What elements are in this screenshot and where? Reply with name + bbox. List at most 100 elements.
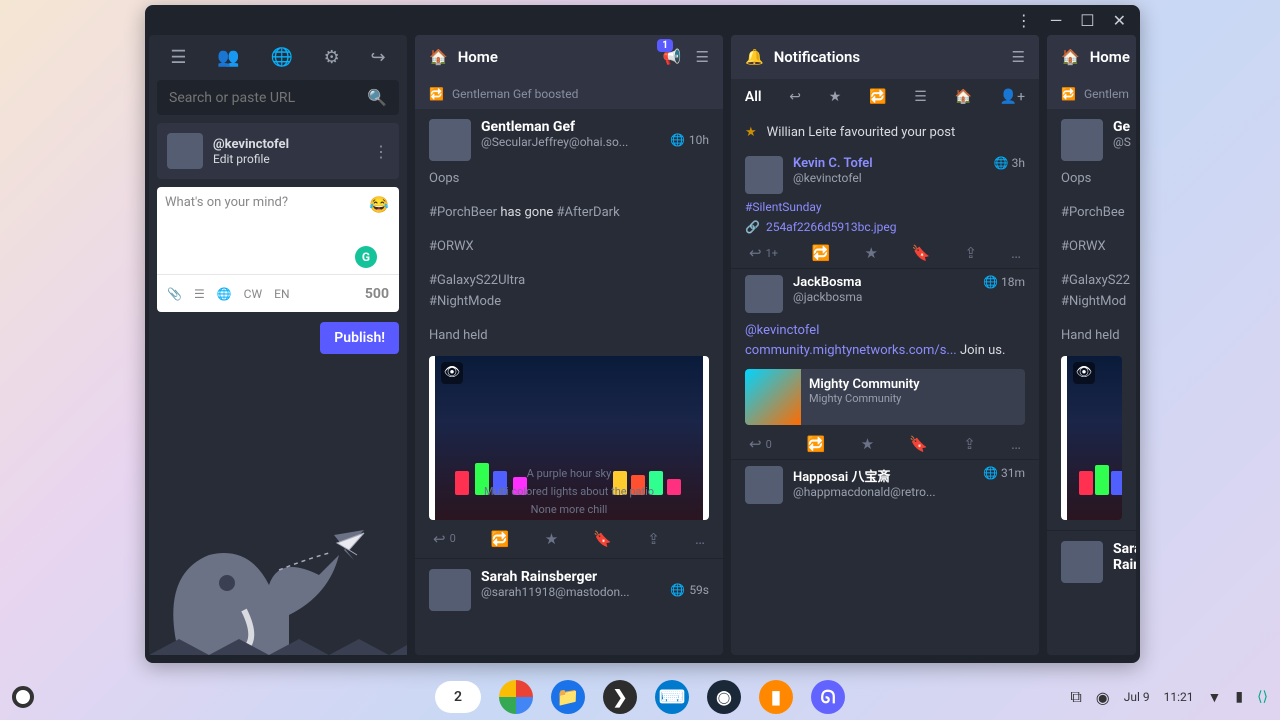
hashtag[interactable]: #GalaxyS22 [1061,273,1130,288]
logout-icon[interactable]: ↪ [371,47,386,68]
boost-button[interactable]: 🔁 [491,530,510,548]
boost-button[interactable]: 🔁 [807,435,826,453]
search-icon[interactable]: 🔍 [367,88,387,107]
menu-icon[interactable]: ☰ [170,47,186,68]
reply-button[interactable]: ↩0 [749,435,772,453]
tray-time[interactable]: 11:21 [1164,690,1194,704]
maximize-button[interactable]: ☐ [1080,11,1094,30]
chrome-icon[interactable] [499,680,533,714]
poll-icon[interactable]: ☰ [194,287,205,301]
post[interactable]: Sarah Rainsberger @sarah11918@mastodon..… [415,559,723,611]
wifi-icon[interactable]: ▼ [1207,689,1221,706]
hashtag[interactable]: #ORWX [1061,239,1106,254]
avatar[interactable] [429,119,471,161]
emoji-picker-icon[interactable]: 😂 [369,195,389,214]
settings-icon[interactable]: ⚙ [324,47,340,68]
settings-sliders-icon[interactable]: ☰ [1012,48,1025,66]
avatar[interactable] [1061,119,1103,161]
app-icon[interactable]: ▮ [759,680,793,714]
reply-button[interactable]: ↩0 [433,530,456,548]
edit-profile-link[interactable]: Edit profile [213,152,289,166]
post[interactable]: Sarah Rainsberger [1047,531,1136,583]
avatar[interactable] [429,569,471,611]
vscode-icon[interactable]: ⌨ [655,680,689,714]
hashtag[interactable]: #NightMode [429,294,501,309]
favourite-button[interactable]: ★ [545,530,558,548]
more-button[interactable]: … [1011,435,1021,453]
launcher-button[interactable] [12,686,34,708]
home-column: 🏠 Home 1 📢 ☰ 🔁 Gentleman Gef boosted [415,35,723,655]
tab-favourites-icon[interactable]: ★ [829,89,842,105]
tab-boosts-icon[interactable]: 🔁 [869,89,886,105]
tab-mentions-icon[interactable]: ↩ [789,89,801,105]
tab-home-icon[interactable]: 🏠 [955,89,972,105]
settings-sliders-icon[interactable]: ☰ [696,48,709,66]
avatar[interactable] [745,156,783,194]
files-icon[interactable]: 📁 [551,680,585,714]
bookmark-button[interactable]: 🔖 [909,435,928,453]
grammarly-icon[interactable]: G [355,246,377,268]
favourite-button[interactable]: ★ [861,435,874,453]
avatar[interactable] [1061,541,1103,583]
attach-icon[interactable]: 📎 [167,287,182,301]
hashtag[interactable]: #AfterDark [557,205,620,220]
more-button[interactable]: … [1011,244,1021,262]
hashtag[interactable]: #GalaxyS22Ultra [429,273,525,288]
account-more-icon[interactable]: ⋮ [373,142,389,161]
reply-button[interactable]: ↩1+ [749,244,778,262]
cw-toggle[interactable]: CW [244,287,262,301]
more-button[interactable]: … [695,530,705,548]
link-card[interactable]: Mighty Community Mighty Community [745,369,1025,425]
avatar[interactable] [745,275,783,313]
tab-poll-icon[interactable]: ☰ [914,89,927,105]
tab-all[interactable]: All [745,89,762,105]
account-card[interactable]: @kevinctofel Edit profile ⋮ [157,123,399,179]
search-input[interactable] [169,90,367,106]
hide-media-icon[interactable]: 👁 [441,362,463,384]
bookmark-button[interactable]: 🔖 [593,530,612,548]
favourite-button[interactable]: ★ [865,244,878,262]
tray-capture-icon[interactable]: ⧉ [1070,687,1081,707]
notification-item[interactable]: JackBosma @jackbosma 🌐 18m @kevinctofel … [731,269,1039,459]
menu-dots-icon[interactable]: ⋮ [1016,11,1032,30]
battery-icon[interactable]: ▮ [1235,689,1243,705]
favourite-notification[interactable]: ★ Willian Leite favourited your post [731,115,1039,150]
hashtag[interactable]: #PorchBee [1061,205,1125,220]
post[interactable]: Ge @S Oops #PorchBee #ORWX #GalaxyS22 #N… [1047,109,1136,530]
post[interactable]: Gentleman Gef @SecularJeffrey@ohai.so...… [415,109,723,558]
share-button[interactable]: ⇪ [963,435,976,453]
tray-cast-icon[interactable]: ◉ [1096,688,1110,707]
external-link[interactable]: community.mightynetworks.com/s... [745,343,957,358]
boost-button[interactable]: 🔁 [812,244,831,262]
media-attachment[interactable]: 👁 A purple hour sky Multi col [429,356,709,520]
notification-item[interactable]: Kevin C. Tofel @kevinctofel 🌐 3h #Silent… [731,150,1039,268]
visibility-icon[interactable]: 🌐 [217,287,232,301]
hashtag[interactable]: #PorchBeer [429,205,497,220]
globe-icon[interactable]: 🌐 [270,47,292,68]
attachment-link[interactable]: 🔗254af2266d5913bc.jpeg [745,220,1025,234]
tab-follows-icon[interactable]: 👤+ [1000,89,1025,105]
tray-date[interactable]: Jul 9 [1124,690,1150,704]
minimize-button[interactable]: — [1050,11,1063,30]
hashtag[interactable]: #ORWX [429,239,474,254]
dev-mode-icon[interactable]: ⟨⟩ [1257,689,1268,705]
terminal-icon[interactable]: ❯ [603,680,637,714]
notification-item[interactable]: Happosai 八宝斎 @happmacdonald@retro... 🌐 3… [731,460,1039,504]
hide-media-icon[interactable]: 👁 [1073,362,1095,384]
share-button[interactable]: ⇪ [964,244,977,262]
mention[interactable]: @kevinctofel [745,323,819,338]
publish-button[interactable]: Publish! [320,322,399,354]
close-button[interactable]: ✕ [1113,11,1126,30]
share-button[interactable]: ⇪ [647,530,660,548]
hashtag[interactable]: #SilentSunday [745,200,1025,214]
steam-icon[interactable]: ◉ [707,680,741,714]
compose-box[interactable]: What's on your mind? 😂 G 📎 ☰ 🌐 CW EN 500 [157,187,399,312]
language-toggle[interactable]: EN [274,287,289,301]
avatar[interactable] [745,466,783,504]
tab-count-pill[interactable]: 2 [435,681,481,713]
mastodon-icon[interactable]: ᘏ [811,680,845,714]
media-attachment[interactable]: 👁 [1061,356,1122,520]
hashtag[interactable]: #NightMod [1061,294,1126,309]
bookmark-button[interactable]: 🔖 [912,244,931,262]
community-icon[interactable]: 👥 [217,47,239,68]
